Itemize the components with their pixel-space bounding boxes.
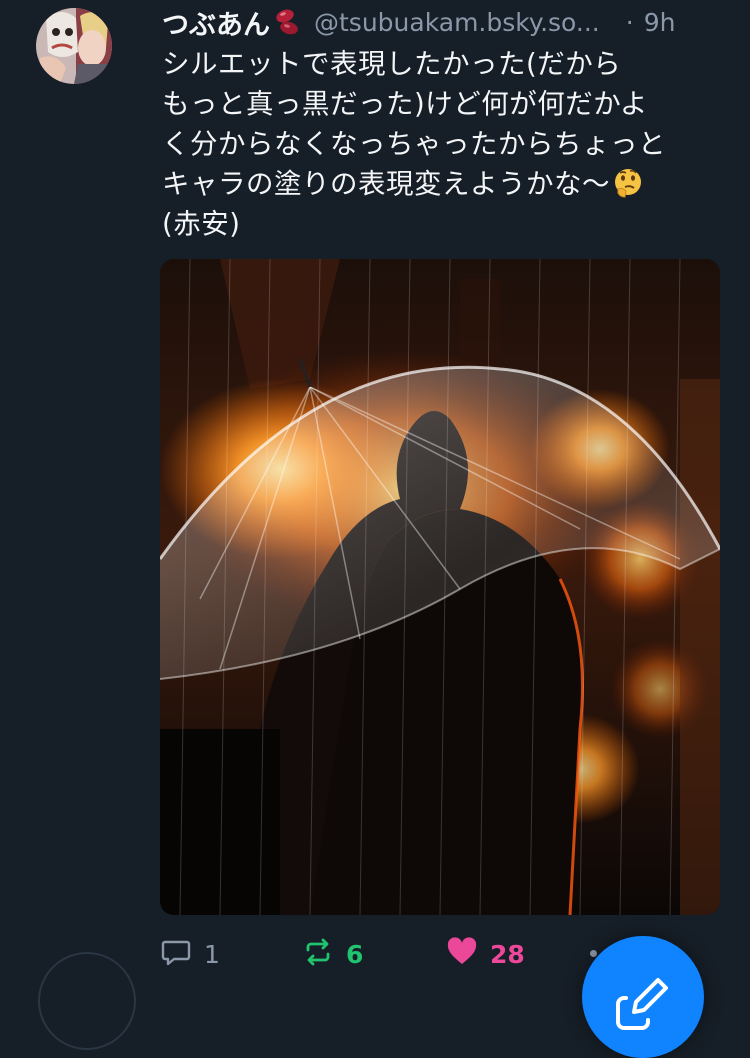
timestamp[interactable]: 9h xyxy=(644,8,676,37)
reply-icon xyxy=(160,936,192,972)
umbrella-rain-illustration xyxy=(160,259,720,915)
beans-emoji-icon xyxy=(272,7,302,37)
display-name[interactable]: つぶあん xyxy=(162,3,270,42)
post-text-body: シルエットで表現したかった(だから もっと真っ黒だった)けど何が何だかよ く分か… xyxy=(162,48,666,200)
avatar-image xyxy=(36,8,112,84)
like-count: 28 xyxy=(490,939,525,969)
repost-icon xyxy=(302,936,334,972)
reply-count: 1 xyxy=(204,939,220,969)
post-image[interactable] xyxy=(160,259,720,915)
separator-dot: · xyxy=(625,7,634,37)
next-post-avatar[interactable] xyxy=(38,952,136,1050)
post-text-tail: (赤安) xyxy=(162,208,241,240)
post-header: つぶあん @tsubuakam.bsky.so... · 9h xyxy=(162,2,732,42)
thinking-face-emoji-icon xyxy=(612,167,644,199)
post-text: シルエットで表現したかった(だから もっと真っ黒だった)けど何が何だかよ く分か… xyxy=(162,44,732,244)
reply-button[interactable]: 1 xyxy=(160,934,220,974)
repost-count: 6 xyxy=(346,939,364,969)
repost-button[interactable]: 6 xyxy=(302,934,363,974)
like-button[interactable]: 28 xyxy=(446,934,525,974)
post-card: つぶあん @tsubuakam.bsky.so... · 9h シルエットで表現… xyxy=(0,0,750,1058)
heart-icon xyxy=(446,936,478,972)
user-handle[interactable]: @tsubuakam.bsky.so... xyxy=(314,8,600,37)
compose-button[interactable] xyxy=(582,936,704,1058)
avatar[interactable] xyxy=(36,8,112,84)
